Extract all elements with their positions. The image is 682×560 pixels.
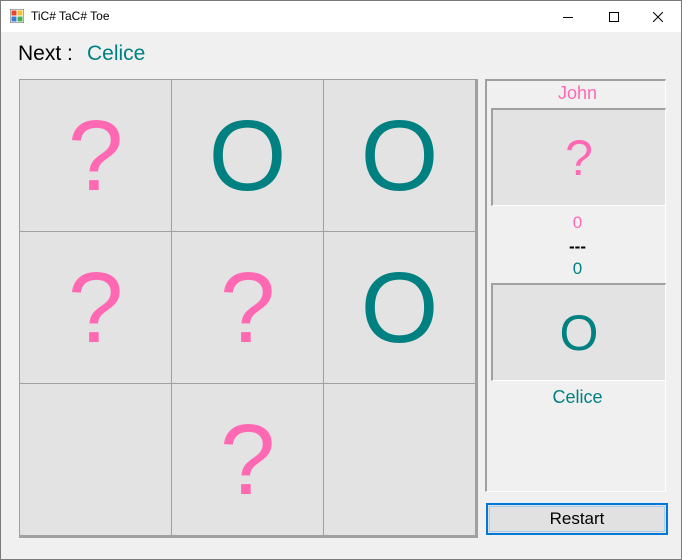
title-bar[interactable]: TiC# TaC# Toe	[1, 1, 681, 32]
board-cell-5[interactable]: ?	[172, 232, 323, 383]
maximize-icon	[609, 11, 619, 22]
close-icon	[653, 11, 663, 22]
next-label: Next :	[18, 42, 73, 65]
player2-name: Celice	[552, 387, 603, 407]
board-cell-6[interactable]: O	[324, 232, 475, 383]
board-cell-8[interactable]: ?	[172, 384, 323, 535]
player1-score: 0	[572, 213, 583, 232]
close-button[interactable]	[635, 1, 681, 32]
player2-score: 0	[572, 259, 583, 278]
board-cell-1[interactable]: ?	[20, 80, 171, 231]
player1-symbol: ?	[491, 108, 666, 206]
player1-name: John	[557, 83, 598, 103]
restart-button[interactable]: Restart	[486, 503, 668, 535]
board-cell-9[interactable]	[324, 384, 475, 535]
scoreboard-panel: John ? 0 --- 0 O Celice	[485, 79, 666, 492]
client-area: Next : Celice ? O O ? ? O ? John ? 0 ---…	[1, 32, 681, 559]
board-cell-3[interactable]: O	[324, 80, 475, 231]
maximize-button[interactable]	[591, 1, 637, 32]
game-board: ? O O ? ? O ?	[19, 79, 478, 538]
board-cell-4[interactable]: ?	[20, 232, 171, 383]
app-window: TiC# TaC# Toe Next : Celice ? O O ? ? O …	[0, 0, 682, 560]
board-cell-2[interactable]: O	[172, 80, 323, 231]
next-player-name: Celice	[87, 42, 146, 65]
board-cell-7[interactable]	[20, 384, 171, 535]
tictactoe-app-icon	[10, 9, 24, 23]
score-separator: ---	[569, 237, 586, 256]
minimize-icon	[563, 16, 573, 18]
player2-symbol: O	[491, 283, 666, 381]
minimize-button[interactable]	[545, 1, 591, 32]
window-title: TiC# TaC# Toe	[31, 9, 110, 23]
